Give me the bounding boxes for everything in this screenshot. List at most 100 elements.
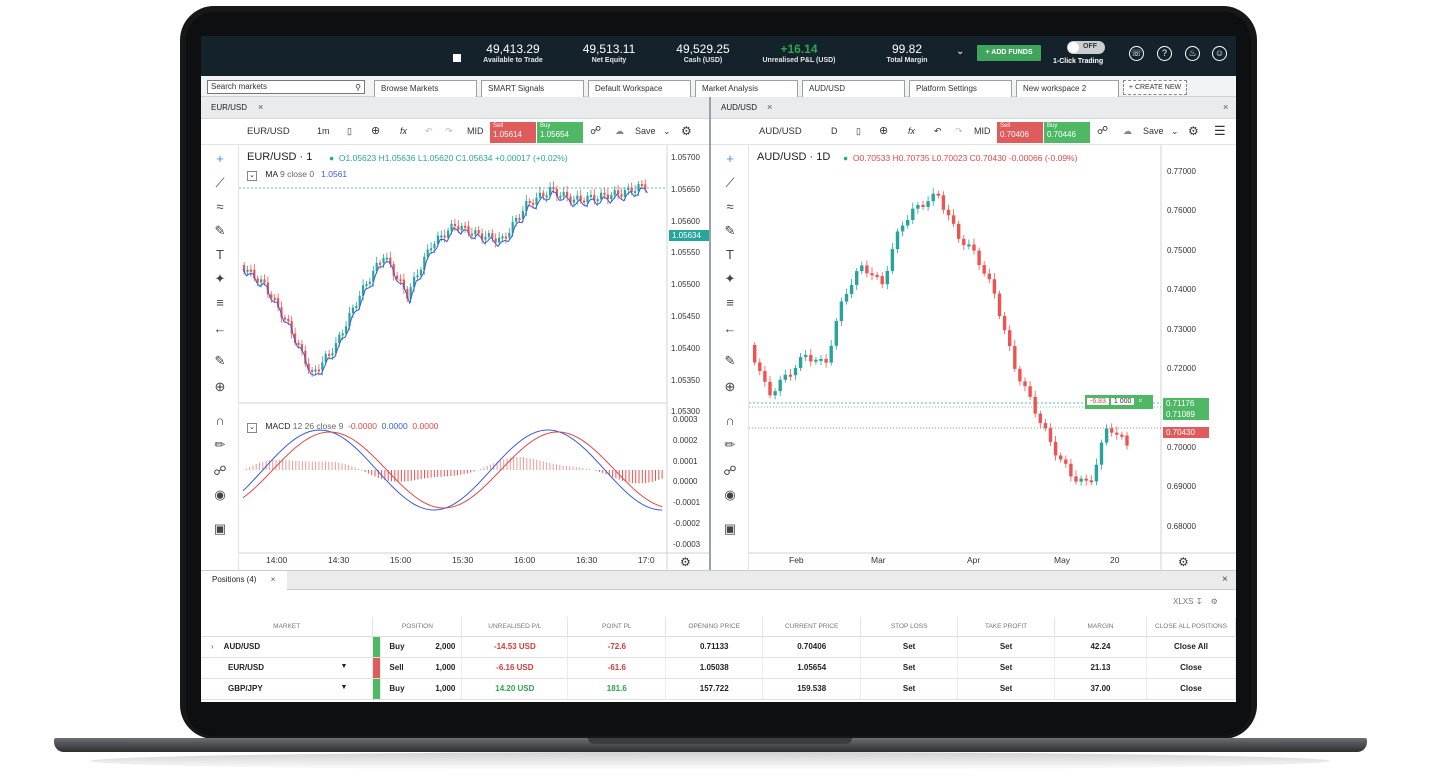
take-profit-button[interactable]: Set — [957, 636, 1056, 658]
save-button[interactable]: Save — [1143, 126, 1164, 136]
function-icon[interactable]: fx — [908, 126, 915, 136]
bell-icon[interactable]: ♨ — [1185, 46, 1200, 61]
add-indicator-icon[interactable]: ⊕ — [879, 124, 888, 137]
phone-icon[interactable]: ☏ — [1129, 46, 1144, 61]
magnet-icon[interactable]: ∩ — [722, 413, 738, 428]
search-markets-input[interactable]: Search markets ⚲ — [207, 80, 365, 94]
redo-icon[interactable]: ↷ — [955, 126, 963, 137]
back-arrow-icon[interactable]: ← — [722, 321, 738, 336]
pencil-lock-icon[interactable]: ✏ — [212, 437, 228, 453]
close-panel-icon[interactable]: × — [1223, 102, 1228, 112]
col-close-all[interactable]: CLOSE ALL POSITIONS — [1146, 617, 1236, 637]
candle-type-icon[interactable]: ▯ — [856, 126, 861, 137]
take-profit-button[interactable]: Set — [957, 678, 1056, 700]
mid-toggle[interactable]: MID — [467, 126, 484, 136]
account-square-icon[interactable] — [453, 54, 461, 62]
ruler-icon[interactable]: ✎ — [212, 353, 228, 369]
table-row[interactable]: › AUD/USD Buy 2,000 -14.53 USD -72.6 0.711… — [201, 636, 1236, 658]
help-icon[interactable]: ? — [1157, 46, 1172, 61]
tab-default-workspace[interactable]: Default Workspace — [588, 80, 691, 97]
tab-platform-settings[interactable]: Platform Settings — [909, 80, 1012, 97]
text-icon[interactable]: T — [722, 247, 738, 262]
crosshair-icon[interactable]: + — [722, 151, 738, 166]
symbol-selector[interactable]: EUR/USD — [247, 126, 290, 137]
tab-smart-signals[interactable]: SMART Signals — [481, 80, 584, 97]
col-take-profit[interactable]: TAKE PROFIT — [957, 617, 1056, 637]
add-indicator-icon[interactable]: ⊕ — [371, 124, 380, 137]
settings-gear-icon[interactable]: ⚙ — [1211, 597, 1218, 606]
close-button[interactable]: Close — [1146, 678, 1236, 700]
ruler-icon[interactable]: ✎ — [722, 353, 738, 369]
close-button[interactable]: Close — [1146, 657, 1236, 679]
stop-loss-button[interactable]: Set — [860, 678, 959, 700]
sell-button[interactable]: Sell 0.70406 — [997, 122, 1043, 143]
undo-icon[interactable]: ↶ — [934, 126, 942, 137]
close-icon[interactable]: × — [271, 575, 276, 584]
table-row[interactable]: EUR/USD ▼ Sell 1,000 -6.16 USD -61.6 1.050… — [201, 657, 1236, 679]
close-icon[interactable]: × — [1136, 398, 1142, 405]
export-xlsx-button[interactable]: XLXS ↧ ⚙ — [1173, 597, 1218, 606]
stop-loss-button[interactable]: Set — [860, 636, 959, 658]
pattern-icon[interactable]: ✦ — [722, 271, 738, 287]
undo-icon[interactable]: ↶ — [425, 126, 433, 137]
tab-new-workspace-2[interactable]: New workspace 2 — [1016, 80, 1119, 97]
chart-settings-gear-icon[interactable]: ⚙ — [680, 555, 691, 569]
col-current-price[interactable]: CURRENT PRICE — [762, 617, 862, 637]
settings-gear-icon[interactable]: ⚙ — [1188, 124, 1199, 138]
pencil-lock-icon[interactable]: ✏ — [722, 437, 738, 453]
zoom-in-icon[interactable]: ⊕ — [212, 379, 228, 395]
dropdown-icon[interactable]: ▼ — [340, 663, 347, 670]
eurusd-panel-tab[interactable]: EUR/USD × — [201, 97, 709, 119]
eye-icon[interactable]: ◉ — [212, 487, 228, 503]
col-unrealised-pl[interactable]: UNREALISED P/L — [461, 617, 569, 637]
symbol-selector[interactable]: AUD/USD — [759, 126, 802, 137]
close-icon[interactable]: × — [258, 102, 263, 112]
collapse-icon[interactable]: ⌄ — [247, 171, 257, 181]
trash-icon[interactable]: ▣ — [212, 521, 228, 537]
sell-button[interactable]: Sell 1.05614 — [490, 122, 536, 143]
settings-gear-icon[interactable]: ⚙ — [681, 124, 692, 138]
eurusd-chart-area[interactable] — [239, 145, 709, 570]
layers-icon[interactable]: ☰ — [1214, 123, 1226, 139]
interval-selector[interactable]: D — [831, 126, 838, 136]
fib-icon[interactable]: ≈ — [212, 199, 228, 214]
link-icon[interactable]: ☍ — [1097, 124, 1108, 137]
measure-icon[interactable]: ≡ — [212, 295, 228, 310]
chevron-down-icon[interactable]: ⌄ — [663, 126, 671, 137]
table-row[interactable]: GBP/JPY ▼ Buy 1,000 14.20 USD 181.6 157.72… — [201, 678, 1236, 700]
one-click-toggle[interactable]: OFF — [1067, 41, 1105, 54]
redo-icon[interactable]: ↷ — [445, 126, 453, 137]
close-icon[interactable]: × — [767, 102, 772, 112]
tab-audusd[interactable]: AUD/USD — [802, 80, 905, 97]
tab-market-analysis[interactable]: Market Analysis — [695, 80, 798, 97]
expand-icon[interactable]: › — [211, 642, 214, 651]
trend-line-icon[interactable]: ⟋ — [212, 175, 228, 191]
trend-line-icon[interactable]: ⟋ — [722, 175, 738, 191]
stop-loss-button[interactable]: Set — [860, 657, 959, 679]
col-position[interactable]: POSITION — [372, 617, 463, 637]
fib-icon[interactable]: ≈ — [722, 199, 738, 214]
link-icon[interactable]: ☍ — [590, 124, 601, 137]
buy-button[interactable]: Buy 0.70446 — [1044, 122, 1090, 143]
take-profit-button[interactable]: Set — [957, 657, 1056, 679]
position-line-label[interactable]: -6.83 1 000 × — [1085, 395, 1153, 409]
col-margin[interactable]: MARGIN — [1054, 617, 1147, 637]
trash-icon[interactable]: ▣ — [722, 521, 738, 537]
text-icon[interactable]: T — [212, 247, 228, 262]
col-market[interactable]: MARKET — [201, 617, 374, 637]
user-icon[interactable]: ☺ — [1212, 46, 1227, 61]
col-opening-price[interactable]: OPENING PRICE — [665, 617, 764, 637]
positions-tab[interactable]: Positions (4) × — [201, 571, 287, 590]
audusd-panel-tab[interactable]: AUD/USD × × — [711, 97, 1236, 119]
col-stop-loss[interactable]: STOP LOSS — [860, 617, 959, 637]
mid-toggle[interactable]: MID — [974, 126, 991, 136]
brush-icon[interactable]: ✎ — [722, 223, 738, 239]
tab-browse-markets[interactable]: Browse Markets — [374, 80, 477, 97]
close-all-button[interactable]: Close All — [1146, 636, 1236, 658]
zoom-in-icon[interactable]: ⊕ — [722, 379, 738, 395]
pattern-icon[interactable]: ✦ — [212, 271, 228, 287]
collapse-icon[interactable]: ⌄ — [247, 423, 257, 433]
dropdown-icon[interactable]: ▼ — [340, 684, 347, 691]
col-point-pl[interactable]: POINT PL — [567, 617, 667, 637]
chevron-down-icon[interactable]: ⌄ — [1171, 126, 1179, 137]
